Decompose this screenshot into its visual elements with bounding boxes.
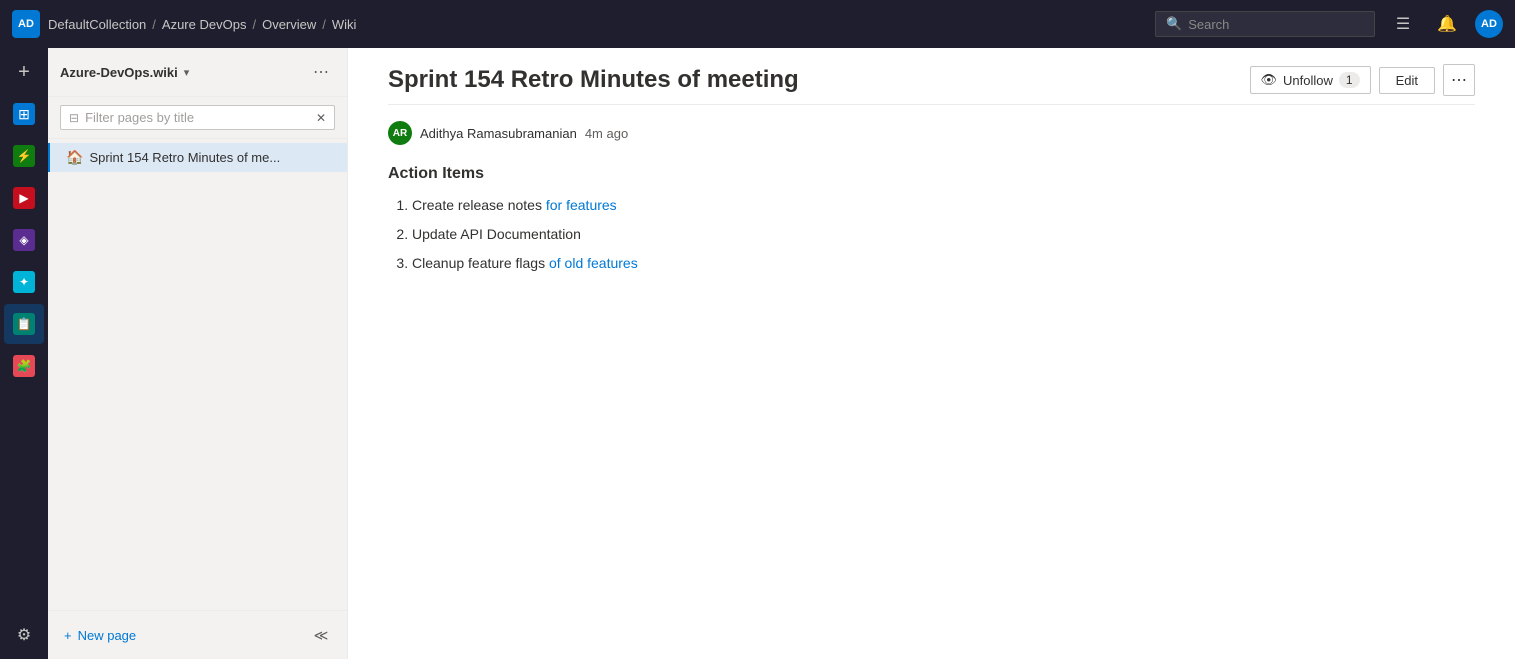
top-nav-right: 🔍 ☰ 🔔 AD	[1155, 8, 1503, 40]
page-home-icon: 🏠	[66, 149, 83, 166]
breadcrumb: DefaultCollection / Azure DevOps / Overv…	[48, 17, 1147, 32]
avatar[interactable]: AD	[1475, 10, 1503, 38]
author-line: AR Adithya Ramasubramanian 4m ago	[388, 121, 1475, 145]
nav-extension[interactable]: 🧩	[4, 346, 44, 386]
plus-icon: +	[64, 628, 72, 643]
nav-wiki[interactable]: 📋	[4, 304, 44, 344]
action-items-list: Create release notes for features Update…	[388, 195, 1475, 274]
more-options-button[interactable]: ⋯	[1443, 64, 1475, 96]
sidebar: Azure-DevOps.wiki ▾ ⋯ ⊟ ✕ 🏠 Sprint 154 R…	[48, 48, 348, 659]
sidebar-page-label: Sprint 154 Retro Minutes of me...	[89, 150, 335, 165]
list-item: Update API Documentation	[412, 224, 1475, 245]
breadcrumb-default-collection[interactable]: DefaultCollection	[48, 17, 146, 32]
notification-icon[interactable]: 🔔	[1431, 8, 1463, 40]
icon-nav: + ⊞ ⚡ ▶ ◈ ✦ 📋 🧩 ⚙	[0, 48, 48, 659]
edit-button[interactable]: Edit	[1379, 67, 1435, 94]
breadcrumb-overview[interactable]: Overview	[262, 17, 316, 32]
pipelines-icon: ▶	[13, 187, 35, 209]
nav-artifacts[interactable]: ✦	[4, 262, 44, 302]
nav-pipelines[interactable]: ▶	[4, 178, 44, 218]
nav-create[interactable]: +	[4, 52, 44, 92]
extension-icon: 🧩	[13, 355, 35, 377]
unfollow-icon: 👁	[1261, 72, 1278, 88]
sidebar-wiki-title: Azure-DevOps.wiki	[60, 65, 178, 80]
search-input[interactable]	[1188, 17, 1364, 32]
unfollow-label: Unfollow	[1283, 73, 1333, 88]
collapse-sidebar-button[interactable]: ≪	[307, 621, 335, 649]
app-logo[interactable]: AD	[12, 10, 40, 38]
testplans-icon: ◈	[13, 229, 35, 251]
wiki-icon: 📋	[13, 313, 35, 335]
list-item: Create release notes for features	[412, 195, 1475, 216]
filter-icon: ⊟	[69, 111, 79, 125]
toolbar-right: 👁 Unfollow 1 Edit ⋯	[1250, 64, 1475, 96]
chevron-down-icon: ▾	[184, 66, 190, 79]
link-for-features[interactable]: for features	[546, 197, 617, 213]
sidebar-title-area[interactable]: Azure-DevOps.wiki ▾	[60, 65, 189, 80]
sidebar-header: Azure-DevOps.wiki ▾ ⋯	[48, 48, 347, 97]
page-title: Sprint 154 Retro Minutes of meeting	[388, 66, 799, 94]
search-icon: 🔍	[1166, 16, 1182, 32]
author-time: 4m ago	[585, 126, 628, 141]
filter-input-wrap: ⊟ ✕	[60, 105, 335, 130]
nav-testplans[interactable]: ◈	[4, 220, 44, 260]
list-view-icon[interactable]: ☰	[1387, 8, 1419, 40]
link-of-old-features[interactable]: of old features	[549, 255, 638, 271]
sidebar-more-button[interactable]: ⋯	[307, 58, 335, 86]
author-avatar: AR	[388, 121, 412, 145]
unfollow-button[interactable]: 👁 Unfollow 1	[1250, 66, 1371, 94]
section-title: Action Items	[388, 165, 1475, 183]
sidebar-footer: + New page ≪	[48, 610, 347, 659]
author-name: Adithya Ramasubramanian	[420, 126, 577, 141]
new-page-button[interactable]: + New page	[60, 624, 140, 647]
content-toolbar: Sprint 154 Retro Minutes of meeting 👁 Un…	[388, 48, 1475, 105]
follower-count-badge: 1	[1339, 72, 1360, 88]
nav-boards[interactable]: ⊞	[4, 94, 44, 134]
breadcrumb-sep-3: /	[322, 17, 326, 32]
settings-icon: ⚙	[17, 625, 31, 645]
search-box[interactable]: 🔍	[1155, 11, 1375, 37]
new-page-label: New page	[78, 628, 137, 643]
breadcrumb-azure-devops[interactable]: Azure DevOps	[162, 17, 247, 32]
main-layout: + ⊞ ⚡ ▶ ◈ ✦ 📋 🧩 ⚙ Azure-DevOps.wiki	[0, 48, 1515, 659]
breadcrumb-sep-1: /	[152, 17, 156, 32]
nav-repos[interactable]: ⚡	[4, 136, 44, 176]
breadcrumb-wiki[interactable]: Wiki	[332, 17, 357, 32]
nav-settings[interactable]: ⚙	[4, 615, 44, 655]
clear-filter-icon[interactable]: ✕	[316, 111, 326, 125]
sidebar-page-item[interactable]: 🏠 Sprint 154 Retro Minutes of me...	[48, 143, 347, 172]
content-area: Sprint 154 Retro Minutes of meeting 👁 Un…	[348, 48, 1515, 659]
sidebar-tree: 🏠 Sprint 154 Retro Minutes of me...	[48, 139, 347, 610]
list-item: Cleanup feature flags of old features	[412, 253, 1475, 274]
repos-icon: ⚡	[13, 145, 35, 167]
breadcrumb-sep-2: /	[252, 17, 256, 32]
top-nav: AD DefaultCollection / Azure DevOps / Ov…	[0, 0, 1515, 48]
filter-area: ⊟ ✕	[48, 97, 347, 139]
artifacts-icon: ✦	[13, 271, 35, 293]
boards-icon: ⊞	[13, 103, 35, 125]
filter-pages-input[interactable]	[85, 110, 310, 125]
